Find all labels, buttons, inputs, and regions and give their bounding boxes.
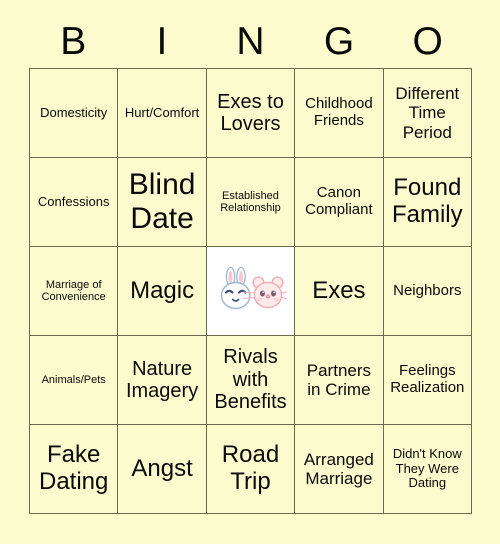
bingo-cell-o1[interactable]: Different Time Period — [383, 69, 472, 158]
bingo-cell-o4[interactable]: Feelings Realization — [383, 336, 472, 425]
bingo-cell-i4[interactable]: Nature Imagery — [118, 336, 207, 425]
bingo-cell-o2[interactable]: Found Family — [383, 158, 472, 247]
bingo-header-letter-n: N — [236, 19, 265, 63]
bingo-cell-label: Neighbors — [393, 281, 462, 299]
bingo-cell-label: Canon Compliant — [305, 184, 373, 218]
bunny-and-cat-icon — [206, 247, 295, 335]
bingo-cell-label: Established Relationship — [220, 189, 281, 214]
bingo-header-letter-i: I — [156, 19, 168, 63]
bingo-cell-n2[interactable]: Established Relationship — [206, 158, 296, 247]
bingo-card: B I N G O Domesticity Hurt/Comfort Exes to Lov… — [0, 0, 500, 544]
bingo-cell-b5[interactable]: Fake Dating — [30, 425, 119, 514]
bingo-cell-label: Fake Dating — [39, 441, 109, 495]
bingo-cell-n1[interactable]: Exes to Lovers — [206, 69, 296, 158]
bingo-cell-label: Partners in Crime — [306, 360, 372, 399]
bingo-cell-label: Hurt/Comfort — [124, 104, 200, 120]
bingo-header: BINGO — [29, 14, 472, 68]
bingo-cell-label: Road Trip — [221, 441, 280, 495]
bingo-cell-i5[interactable]: Angst — [118, 425, 207, 514]
bingo-cell-label: Childhood Friends — [305, 95, 373, 129]
bingo-cell-label: Blind Date — [128, 168, 196, 235]
bingo-cell-label: Exes to Lovers — [217, 90, 284, 135]
bingo-cell-n4[interactable]: Rivals with Benefits — [206, 336, 296, 425]
bingo-header-letter-o: O — [412, 19, 443, 63]
bingo-cell-label: Arranged Marriage — [303, 449, 374, 488]
bingo-cell-label: Exes — [312, 276, 366, 304]
bingo-grid: Domesticity Hurt/Comfort Exes to Lovers Chi… — [29, 68, 472, 514]
bingo-cell-g2[interactable]: Canon Compliant — [295, 158, 384, 247]
bingo-cell-label: Magic — [130, 276, 195, 304]
bingo-cell-n5[interactable]: Road Trip — [206, 425, 296, 514]
bingo-cell-label: Animals/Pets — [41, 373, 106, 386]
bingo-cell-i3[interactable]: Magic — [118, 247, 207, 336]
bingo-cell-o3[interactable]: Neighbors — [383, 247, 472, 336]
bingo-header-letter-g: G — [323, 19, 355, 63]
bingo-cell-b1[interactable]: Domesticity — [30, 69, 119, 158]
bingo-cell-label: Nature Imagery — [125, 357, 199, 402]
bingo-cell-label: Rivals with Benefits — [214, 346, 287, 414]
bingo-cell-b3[interactable]: Marriage of Convenience — [30, 247, 119, 336]
bingo-cell-b2[interactable]: Confessions — [30, 158, 119, 247]
bingo-cell-g1[interactable]: Childhood Friends — [295, 69, 384, 158]
bingo-free-space-cell[interactable] — [206, 247, 296, 336]
bingo-cell-label: Found Family — [391, 174, 463, 228]
bingo-cell-label: Marriage of Convenience — [41, 278, 106, 303]
bingo-cell-b4[interactable]: Animals/Pets — [30, 336, 119, 425]
bingo-cell-label: Angst — [131, 454, 193, 482]
bingo-cell-g4[interactable]: Partners in Crime — [295, 336, 384, 425]
bingo-cell-g5[interactable]: Arranged Marriage — [295, 425, 384, 514]
bingo-cell-o5[interactable]: Didn't Know They Were Dating — [383, 425, 472, 514]
bingo-cell-i1[interactable]: Hurt/Comfort — [118, 69, 207, 158]
bingo-cell-i2[interactable]: Blind Date — [118, 158, 207, 247]
bingo-header-letter-b: B — [60, 19, 87, 63]
bingo-cell-label: Feelings Realization — [390, 362, 465, 396]
bingo-cell-g3[interactable]: Exes — [295, 247, 384, 336]
bingo-cell-label: Domesticity — [40, 104, 108, 120]
bingo-cell-label: Didn't Know They Were Dating — [392, 446, 462, 491]
bingo-cell-label: Confessions — [37, 193, 110, 209]
bingo-cell-label: Different Time Period — [395, 84, 460, 142]
